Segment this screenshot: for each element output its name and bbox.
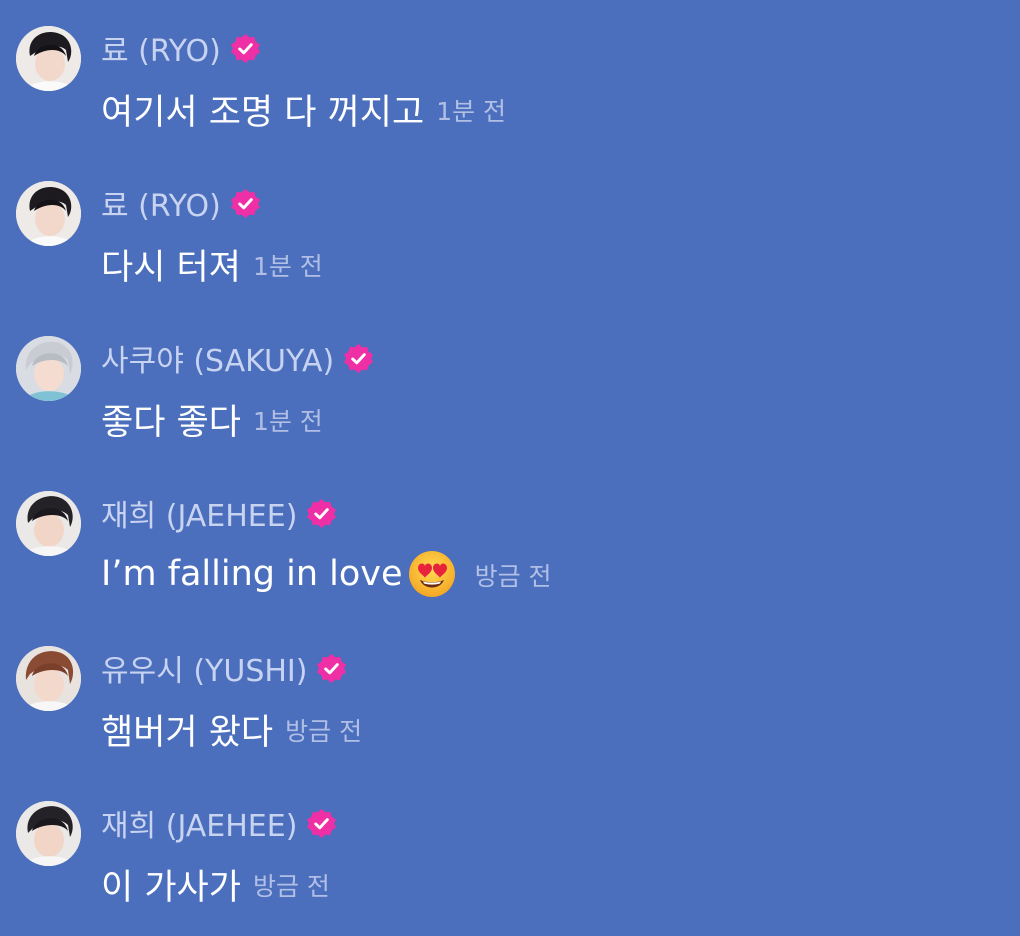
- sender-name[interactable]: 사쿠야 (SAKUYA): [101, 336, 334, 380]
- avatar[interactable]: [16, 491, 81, 556]
- sender-name[interactable]: 료 (RYO): [101, 26, 221, 70]
- avatar[interactable]: [16, 181, 81, 246]
- chat-message: 재희 (JAEHEE) I’m falling in love 방금 전: [16, 491, 996, 611]
- avatar-icon: [16, 181, 81, 246]
- message-time: 1분 전: [252, 407, 323, 436]
- message-text: 좋다 좋다: [101, 402, 241, 443]
- sender-name[interactable]: 유우시 (YUSHI): [101, 646, 307, 690]
- message-text: 햄버거 왔다: [101, 712, 274, 753]
- avatar[interactable]: [16, 646, 81, 711]
- chat-message: 유우시 (YUSHI) 햄버거 왔다 방금 전: [16, 646, 996, 766]
- avatar[interactable]: [16, 26, 81, 91]
- message-time: 1분 전: [252, 252, 323, 281]
- verified-badge-icon: [343, 343, 374, 374]
- sender-name[interactable]: 재희 (JAEHEE): [101, 801, 297, 845]
- verified-badge-icon: [230, 188, 261, 219]
- verified-badge-icon: [306, 498, 337, 529]
- chat-message-list: 료 (RYO) 여기서 조명 다 꺼지고 1분 전 료 (RYO) 다시 터져 …: [0, 0, 1020, 936]
- avatar-icon: [16, 801, 81, 866]
- message-text: 이 가사가: [101, 867, 241, 908]
- avatar-icon: [16, 491, 81, 556]
- message-text: I’m falling in love: [101, 554, 403, 594]
- verified-badge-icon: [230, 33, 261, 64]
- sender-name[interactable]: 료 (RYO): [101, 181, 221, 225]
- avatar-icon: [16, 336, 81, 401]
- message-time: 방금 전: [474, 562, 552, 591]
- avatar[interactable]: [16, 801, 81, 866]
- message-time: 방금 전: [285, 717, 363, 746]
- verified-badge-icon: [306, 808, 337, 839]
- message-text: 여기서 조명 다 꺼지고: [101, 92, 425, 133]
- message-time: 방금 전: [252, 872, 330, 901]
- chat-message: 사쿠야 (SAKUYA) 좋다 좋다 1분 전: [16, 336, 996, 456]
- verified-badge-icon: [316, 653, 347, 684]
- chat-message: 재희 (JAEHEE) 이 가사가 방금 전: [16, 801, 996, 921]
- chat-message: 료 (RYO) 여기서 조명 다 꺼지고 1분 전: [16, 26, 996, 146]
- message-text: 다시 터져: [101, 247, 241, 288]
- heart-eyes-emoji-icon: [407, 549, 457, 599]
- message-time: 1분 전: [436, 97, 507, 126]
- sender-name[interactable]: 재희 (JAEHEE): [101, 491, 297, 535]
- avatar-icon: [16, 26, 81, 91]
- avatar-icon: [16, 646, 81, 711]
- avatar[interactable]: [16, 336, 81, 401]
- chat-message: 료 (RYO) 다시 터져 1분 전: [16, 181, 996, 301]
